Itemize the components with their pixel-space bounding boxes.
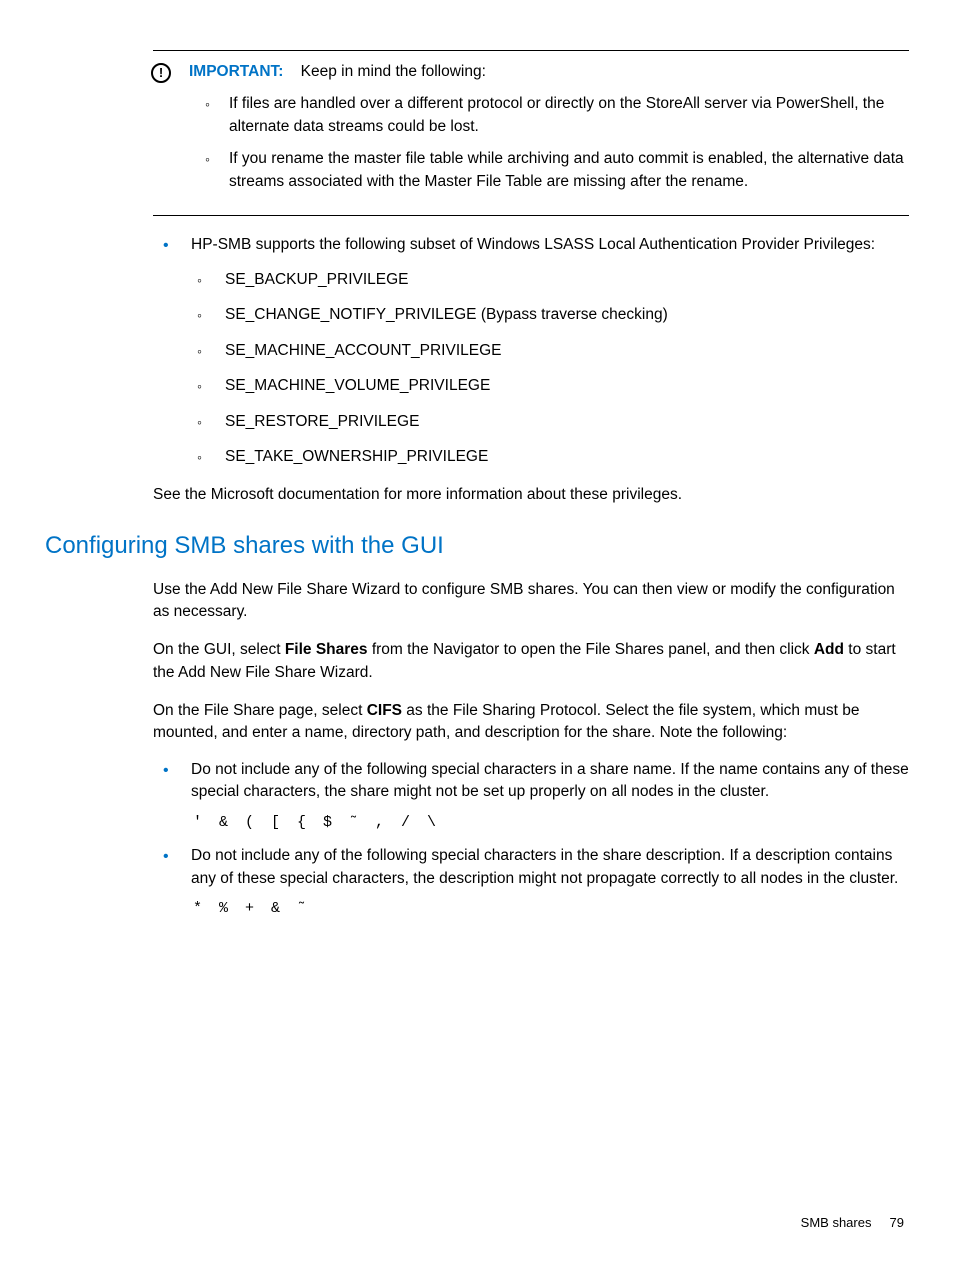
privilege-item: SE_RESTORE_PRIVILEGE	[191, 411, 909, 433]
privilege-item: SE_MACHINE_VOLUME_PRIVILEGE	[191, 375, 909, 397]
section-p3: On the File Share page, select CIFS as t…	[153, 700, 909, 745]
footer-label: SMB shares	[801, 1215, 872, 1230]
privilege-item: SE_CHANGE_NOTIFY_PRIVILEGE (Bypass trave…	[191, 304, 909, 326]
callout-list: If files are handled over a different pr…	[201, 93, 909, 193]
important-label: IMPORTANT:	[189, 63, 283, 80]
page-number: 79	[890, 1215, 904, 1230]
privilege-item: SE_TAKE_OWNERSHIP_PRIVILEGE	[191, 446, 909, 468]
privilege-block: HP-SMB supports the following subset of …	[153, 234, 909, 468]
privilege-list: SE_BACKUP_PRIVILEGE SE_CHANGE_NOTIFY_PRI…	[191, 269, 909, 469]
note-text: Do not include any of the following spec…	[191, 847, 898, 886]
section-p2: On the GUI, select File Shares from the …	[153, 639, 909, 684]
callout-header: ! IMPORTANT: Keep in mind the following:	[151, 61, 909, 83]
callout-intro-line: IMPORTANT: Keep in mind the following:	[189, 61, 486, 83]
important-icon: !	[151, 63, 171, 83]
notes-list: Do not include any of the following spec…	[153, 759, 909, 920]
privilege-item: SE_BACKUP_PRIVILEGE	[191, 269, 909, 291]
privilege-outro: See the Microsoft documentation for more…	[153, 484, 909, 506]
important-callout: ! IMPORTANT: Keep in mind the following:…	[153, 50, 909, 216]
note-item: Do not include any of the following spec…	[153, 759, 909, 834]
callout-item: If files are handled over a different pr…	[201, 93, 909, 138]
privilege-intro-item: HP-SMB supports the following subset of …	[153, 234, 909, 468]
note-item: Do not include any of the following spec…	[153, 845, 909, 920]
privilege-item: SE_MACHINE_ACCOUNT_PRIVILEGE	[191, 340, 909, 362]
callout-item: If you rename the master file table whil…	[201, 148, 909, 193]
special-chars: * % + & ˜	[193, 898, 909, 920]
page-footer: SMB shares 79	[801, 1214, 904, 1233]
section-heading: Configuring SMB shares with the GUI	[45, 529, 909, 564]
callout-intro: Keep in mind the following:	[301, 63, 486, 80]
privilege-intro: HP-SMB supports the following subset of …	[191, 236, 875, 253]
section-p1: Use the Add New File Share Wizard to con…	[153, 579, 909, 624]
special-chars: ' & ( [ { $ ˜ , / \	[193, 812, 909, 834]
note-text: Do not include any of the following spec…	[191, 761, 909, 800]
